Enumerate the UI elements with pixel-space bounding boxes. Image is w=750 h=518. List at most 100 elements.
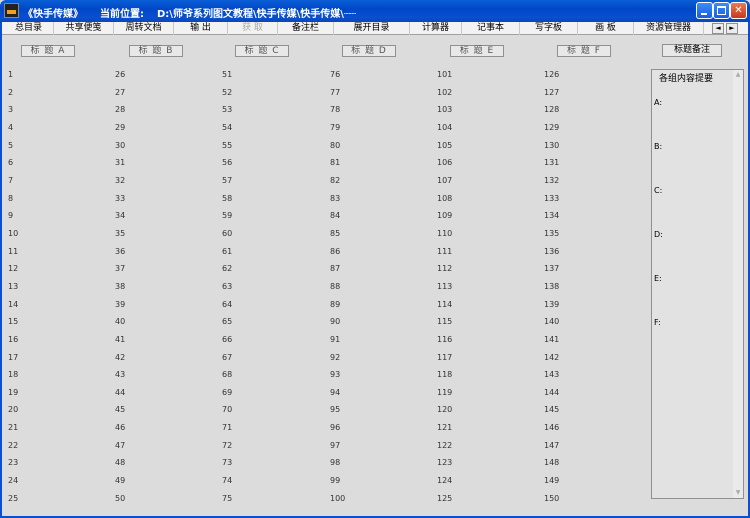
cell-item[interactable]: 4 [8,119,18,137]
cell-item[interactable]: 68 [222,366,232,384]
cell-item[interactable]: 135 [544,225,559,243]
cell-item[interactable]: 103 [437,101,452,119]
cell-item[interactable]: 83 [330,190,345,208]
cell-item[interactable]: 66 [222,331,232,349]
cell-item[interactable]: 144 [544,384,559,402]
cell-item[interactable]: 97 [330,437,345,455]
cell-item[interactable]: 100 [330,490,345,508]
cell-item[interactable]: 121 [437,419,452,437]
column-header-a[interactable]: 标 题 A [21,45,75,57]
cell-item[interactable]: 141 [544,331,559,349]
cell-item[interactable]: 8 [8,190,18,208]
cell-item[interactable]: 57 [222,172,232,190]
cell-item[interactable]: 123 [437,454,452,472]
cell-item[interactable]: 108 [437,190,452,208]
toolbar-item-expand-directory[interactable]: 展开目录 [334,22,410,35]
toolbar-item-shared-notes[interactable]: 共享便笺 [54,22,114,35]
cell-item[interactable]: 111 [437,243,452,261]
cell-item[interactable]: 142 [544,349,559,367]
minimize-button[interactable] [696,2,713,19]
cell-item[interactable]: 78 [330,101,345,119]
column-header-e[interactable]: 标 题 E [450,45,504,57]
cell-item[interactable]: 59 [222,207,232,225]
cell-item[interactable]: 147 [544,437,559,455]
cell-item[interactable]: 79 [330,119,345,137]
cell-item[interactable]: 11 [8,243,18,261]
cell-item[interactable]: 64 [222,296,232,314]
cell-item[interactable]: 131 [544,154,559,172]
cell-item[interactable]: 102 [437,84,452,102]
cell-item[interactable]: 17 [8,349,18,367]
toolbar-scroll-left-button[interactable]: ◄ [712,23,724,34]
column-header-d[interactable]: 标 题 D [342,45,396,57]
toolbar-item-main-directory[interactable]: 总目录 [4,22,54,35]
cell-item[interactable]: 10 [8,225,18,243]
cell-item[interactable]: 25 [8,490,18,508]
cell-item[interactable]: 126 [544,66,559,84]
cell-item[interactable]: 110 [437,225,452,243]
cell-item[interactable]: 61 [222,243,232,261]
cell-item[interactable]: 18 [8,366,18,384]
cell-item[interactable]: 133 [544,190,559,208]
cell-item[interactable]: 94 [330,384,345,402]
cell-item[interactable]: 58 [222,190,232,208]
cell-item[interactable]: 91 [330,331,345,349]
cell-item[interactable]: 143 [544,366,559,384]
cell-item[interactable]: 60 [222,225,232,243]
toolbar-item-output[interactable]: 输 出 [174,22,228,35]
toolbar-item-transfer-docs[interactable]: 周转文档 [114,22,174,35]
cell-item[interactable]: 119 [437,384,452,402]
cell-item[interactable]: 48 [115,454,125,472]
column-header-b[interactable]: 标 题 B [129,45,183,57]
notes-scrollbar[interactable]: ▲ ▼ [733,70,743,498]
cell-item[interactable]: 49 [115,472,125,490]
cell-item[interactable]: 76 [330,66,345,84]
toolbar-item-wordpad[interactable]: 写字板 [520,22,578,35]
cell-item[interactable]: 125 [437,490,452,508]
cell-item[interactable]: 106 [437,154,452,172]
close-button[interactable]: ✕ [730,2,747,19]
cell-item[interactable]: 51 [222,66,232,84]
maximize-button[interactable] [713,2,730,19]
cell-item[interactable]: 28 [115,101,125,119]
cell-item[interactable]: 86 [330,243,345,261]
cell-item[interactable]: 74 [222,472,232,490]
cell-item[interactable]: 65 [222,313,232,331]
cell-item[interactable]: 149 [544,472,559,490]
cell-item[interactable]: 26 [115,66,125,84]
cell-item[interactable]: 33 [115,190,125,208]
toolbar-item-calculator[interactable]: 计算器 [410,22,462,35]
cell-item[interactable]: 13 [8,278,18,296]
cell-item[interactable]: 128 [544,101,559,119]
cell-item[interactable]: 7 [8,172,18,190]
cell-item[interactable]: 29 [115,119,125,137]
cell-item[interactable]: 22 [8,437,18,455]
cell-item[interactable]: 54 [222,119,232,137]
cell-item[interactable]: 47 [115,437,125,455]
cell-item[interactable]: 84 [330,207,345,225]
cell-item[interactable]: 93 [330,366,345,384]
cell-item[interactable]: 117 [437,349,452,367]
cell-item[interactable]: 134 [544,207,559,225]
cell-item[interactable]: 37 [115,260,125,278]
cell-item[interactable]: 20 [8,401,18,419]
scroll-up-arrow-icon[interactable]: ▲ [733,70,743,80]
cell-item[interactable]: 35 [115,225,125,243]
cell-item[interactable]: 62 [222,260,232,278]
toolbar-item-notepad[interactable]: 记事本 [462,22,520,35]
cell-item[interactable]: 101 [437,66,452,84]
cell-item[interactable]: 75 [222,490,232,508]
cell-item[interactable]: 98 [330,454,345,472]
cell-item[interactable]: 36 [115,243,125,261]
cell-item[interactable]: 40 [115,313,125,331]
cell-item[interactable]: 30 [115,137,125,155]
cell-item[interactable]: 46 [115,419,125,437]
toolbar-item-notes-bar[interactable]: 备注栏 [278,22,334,35]
cell-item[interactable]: 99 [330,472,345,490]
toolbar-scroll-right-button[interactable]: ► [726,23,738,34]
cell-item[interactable]: 50 [115,490,125,508]
cell-item[interactable]: 150 [544,490,559,508]
cell-item[interactable]: 45 [115,401,125,419]
cell-item[interactable]: 80 [330,137,345,155]
cell-item[interactable]: 9 [8,207,18,225]
